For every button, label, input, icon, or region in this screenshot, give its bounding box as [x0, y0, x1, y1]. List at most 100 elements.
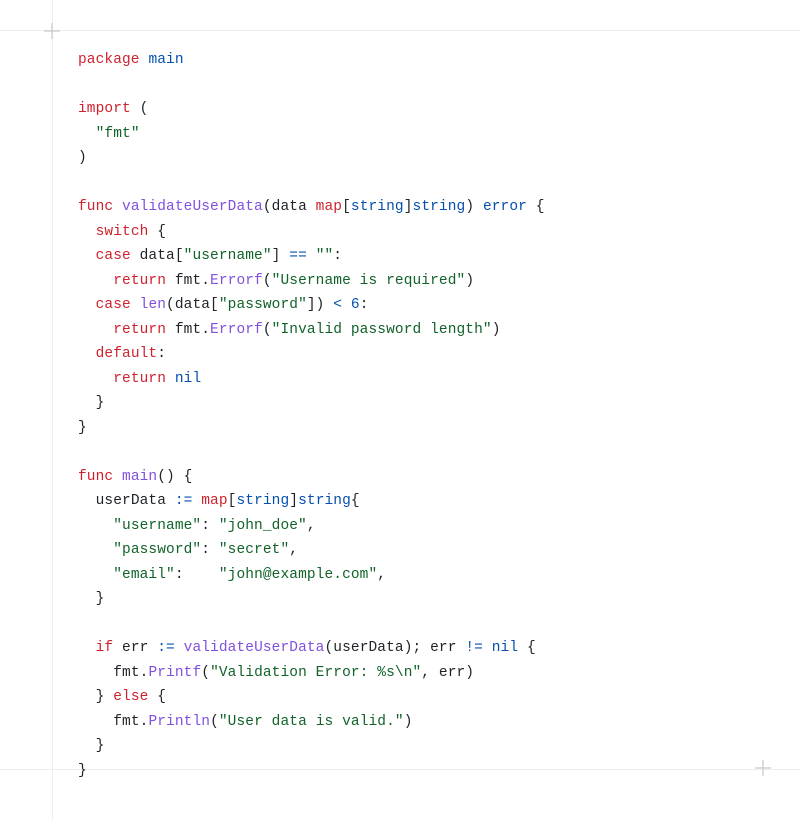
code-token	[78, 738, 96, 754]
code-token: {	[518, 640, 536, 656]
code-token: :=	[157, 640, 175, 656]
code-token: ==	[289, 248, 307, 264]
code-token: (	[201, 665, 210, 681]
frame-border-top	[0, 30, 800, 31]
code-token: func	[78, 199, 113, 215]
code-token: "john_doe"	[219, 518, 307, 534]
code-token: (data[	[166, 297, 219, 313]
code-token: "secret"	[219, 542, 289, 558]
code-token: "password"	[113, 542, 201, 558]
code-token: () {	[157, 469, 192, 485]
code-token: )	[492, 322, 501, 338]
code-token: :=	[175, 493, 193, 509]
code-token: main	[148, 52, 183, 68]
code-token	[166, 371, 175, 387]
code-token: "password"	[219, 297, 307, 313]
code-token: ]	[404, 199, 413, 215]
code-token: (data	[263, 199, 316, 215]
code-token: Println	[148, 714, 210, 730]
code-token: err	[113, 640, 157, 656]
code-token	[78, 248, 96, 264]
code-token: string	[413, 199, 466, 215]
code-token	[78, 395, 96, 411]
code-token: nil	[175, 371, 201, 387]
code-token: nil	[492, 640, 518, 656]
code-token: case	[96, 297, 131, 313]
code-token	[78, 518, 113, 534]
code-token: map	[316, 199, 342, 215]
code-token: (userData); err	[324, 640, 465, 656]
code-token: error	[483, 199, 527, 215]
code-token	[78, 591, 96, 607]
code-token: ,	[377, 567, 386, 583]
code-token: }	[78, 420, 87, 436]
code-token: default	[96, 346, 158, 362]
code-token	[78, 689, 96, 705]
frame-border-left	[52, 0, 53, 820]
code-token: 6	[351, 297, 360, 313]
code-token	[78, 493, 96, 509]
code-token	[483, 640, 492, 656]
code-token: map	[201, 493, 227, 509]
code-token: :	[175, 567, 219, 583]
code-token: case	[96, 248, 131, 264]
code-token: else	[113, 689, 148, 705]
code-token: string	[351, 199, 404, 215]
code-token: (	[263, 273, 272, 289]
code-token: ]	[289, 493, 298, 509]
code-token: "email"	[113, 567, 175, 583]
code-token: (	[210, 714, 219, 730]
code-token: userData	[96, 493, 175, 509]
code-token: "john@example.com"	[219, 567, 377, 583]
code-token: (	[131, 101, 149, 117]
code-token: string	[236, 493, 289, 509]
code-token: Errorf	[210, 273, 263, 289]
code-token: fmt.	[166, 322, 210, 338]
code-token: {	[527, 199, 545, 215]
code-token: }	[96, 591, 105, 607]
code-token: :	[201, 518, 219, 534]
code-token	[307, 248, 316, 264]
code-token: main	[122, 469, 157, 485]
code-token: :	[157, 346, 166, 362]
code-token: }	[96, 395, 105, 411]
code-token: }	[96, 738, 105, 754]
code-token	[78, 273, 113, 289]
code-token	[78, 714, 113, 730]
code-token: "User data is valid."	[219, 714, 404, 730]
code-token: <	[333, 297, 342, 313]
code-token: }	[78, 763, 87, 779]
code-token: "username"	[113, 518, 201, 534]
code-token: func	[78, 469, 113, 485]
code-token	[78, 640, 96, 656]
code-token: validateUserData	[122, 199, 263, 215]
code-token	[192, 493, 201, 509]
code-token: }	[96, 689, 114, 705]
code-token: data[	[131, 248, 184, 264]
code-token	[78, 371, 113, 387]
code-token	[78, 567, 113, 583]
code-block: package main import ( "fmt" ) func valid…	[78, 48, 760, 783]
code-token	[78, 224, 96, 240]
code-token: fmt.	[113, 714, 148, 730]
code-token: "username"	[184, 248, 272, 264]
code-token: Errorf	[210, 322, 263, 338]
code-token	[78, 126, 96, 142]
code-token: [	[342, 199, 351, 215]
code-token	[131, 297, 140, 313]
code-token: ])	[307, 297, 333, 313]
code-token: package	[78, 52, 140, 68]
code-token: (	[263, 322, 272, 338]
code-token: validateUserData	[184, 640, 325, 656]
code-token	[78, 322, 113, 338]
code-token	[78, 297, 96, 313]
code-token: "fmt"	[96, 126, 140, 142]
code-token: return	[113, 371, 166, 387]
code-token: )	[465, 273, 474, 289]
code-token: "Validation Error: %s\n"	[210, 665, 421, 681]
code-token: :	[333, 248, 342, 264]
code-token: Printf	[148, 665, 201, 681]
code-token: :	[201, 542, 219, 558]
code-token: , err)	[421, 665, 474, 681]
code-token: fmt.	[166, 273, 210, 289]
